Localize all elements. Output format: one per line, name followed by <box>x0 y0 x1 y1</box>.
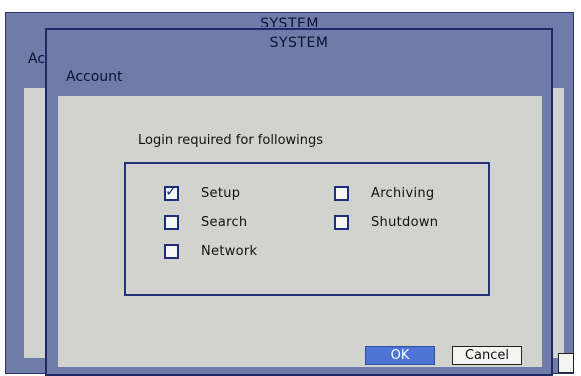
option-label: Shutdown <box>371 214 439 230</box>
option-label: Network <box>201 243 258 259</box>
options-group: ✓ Setup Archiving Search Shutdown Networ <box>124 162 490 296</box>
option-network[interactable]: Network <box>164 242 257 260</box>
option-shutdown[interactable]: Shutdown <box>334 213 438 231</box>
ok-button[interactable]: OK <box>365 346 435 365</box>
login-prompt: Login required for followings <box>138 133 324 148</box>
setup-checkbox[interactable]: ✓ <box>164 182 179 201</box>
archiving-checkbox[interactable] <box>334 185 349 201</box>
cancel-button[interactable]: Cancel <box>452 346 522 365</box>
shutdown-checkbox[interactable] <box>334 214 349 230</box>
option-search[interactable]: Search <box>164 213 247 231</box>
option-label: Setup <box>201 185 241 201</box>
dialog-title: SYSTEM <box>269 35 329 51</box>
option-label: Archiving <box>371 185 435 201</box>
background-section-label: Ac <box>28 51 46 67</box>
option-archiving[interactable]: Archiving <box>334 184 434 202</box>
network-checkbox[interactable] <box>164 243 179 259</box>
settings-panel: Login required for followings ✓ Setup Ar… <box>58 96 542 367</box>
search-checkbox[interactable] <box>164 214 179 230</box>
account-dialog: SYSTEM Account Login required for follow… <box>45 28 553 376</box>
section-label-account: Account <box>66 69 123 85</box>
checkmark-icon: ✓ <box>165 181 178 200</box>
option-setup[interactable]: ✓ Setup <box>164 182 241 202</box>
option-label: Search <box>201 214 248 230</box>
background-button[interactable] <box>558 353 574 373</box>
background-window-title: SYSTEM <box>260 16 319 27</box>
